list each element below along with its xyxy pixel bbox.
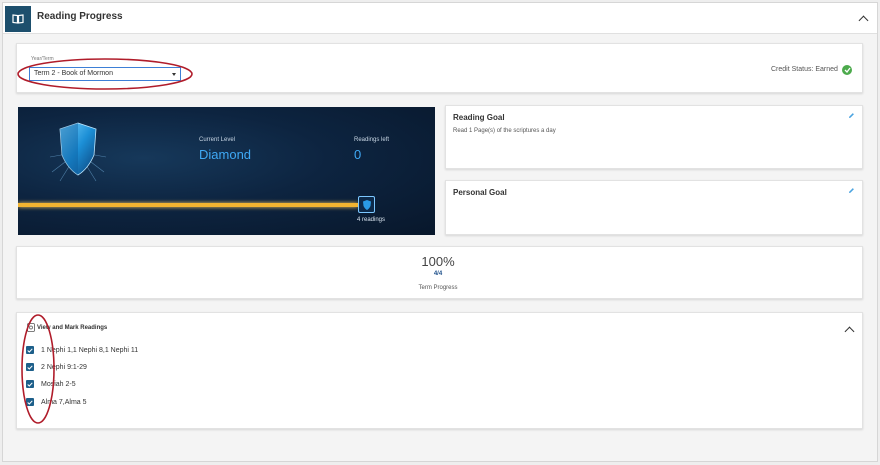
- reading-goal-title: Reading Goal: [453, 113, 505, 122]
- current-level-value: Diamond: [199, 147, 252, 162]
- readings-card: [16, 312, 863, 429]
- shield-small-icon: [362, 199, 371, 210]
- reading-goal-text: Read 1 Page(s) of the scriptures a day: [453, 128, 556, 134]
- readings-left-value: 0: [354, 147, 362, 162]
- page-title: Reading Progress: [37, 11, 123, 22]
- term-progress-percent: 100%: [421, 254, 455, 269]
- annotation-ellipse-select: [17, 58, 193, 90]
- book-icon: [5, 6, 31, 32]
- reading-progress-panel: Reading Progress Year/Term Term 2 - Book…: [2, 2, 878, 462]
- level-progress-bar: [18, 203, 358, 207]
- panel-header: Reading Progress: [3, 3, 877, 34]
- current-level-label: Current Level: [199, 137, 236, 143]
- term-progress-label: Term Progress: [418, 285, 458, 291]
- level-marker: [358, 196, 375, 213]
- edit-icon[interactable]: [848, 187, 855, 194]
- reading-goal-card: [445, 105, 863, 169]
- term-progress-fraction: 4/4: [433, 271, 443, 277]
- personal-goal-title: Personal Goal: [453, 188, 507, 197]
- readings-left-label: Readings left: [354, 137, 390, 143]
- edit-icon[interactable]: [848, 112, 855, 119]
- annotation-ellipse-checkboxes: [21, 314, 55, 424]
- personal-goal-card: [445, 180, 863, 235]
- chevron-up-icon[interactable]: [858, 15, 869, 26]
- check-circle-icon: [842, 65, 852, 75]
- shield-icon: [49, 122, 107, 182]
- credit-status: Credit Status: Earned: [771, 66, 838, 73]
- level-banner: Current Level Diamond Readings left 0 4 …: [18, 107, 435, 235]
- readings-count: 4 readings: [357, 217, 386, 223]
